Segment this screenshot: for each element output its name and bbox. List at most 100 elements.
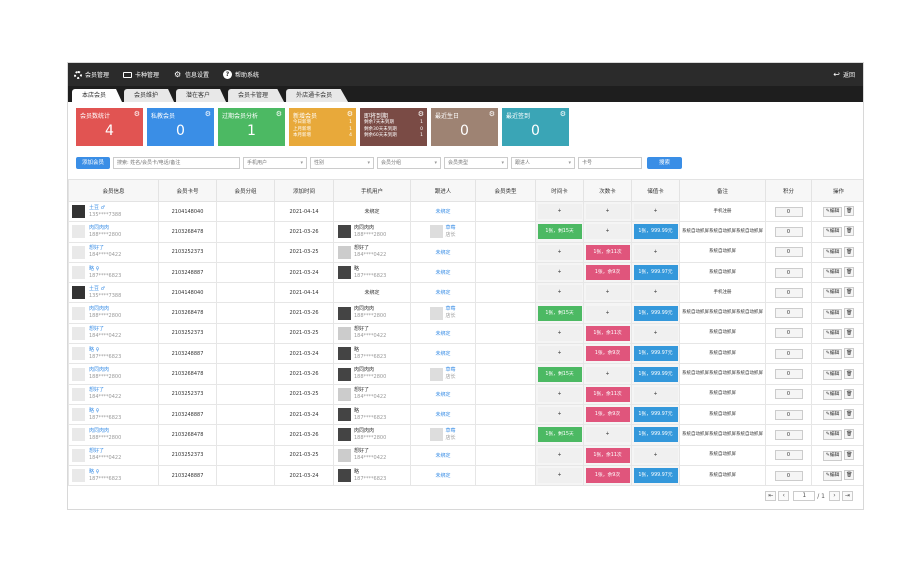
- first-page-button[interactable]: ⇤: [765, 491, 777, 501]
- score-input[interactable]: 0: [774, 247, 803, 258]
- nav-card-management[interactable]: 卡种管理: [123, 63, 159, 86]
- time-card-button[interactable]: +: [537, 244, 582, 260]
- edit-button[interactable]: ✎编辑: [822, 308, 843, 319]
- edit-button[interactable]: ✎编辑: [822, 328, 843, 339]
- count-card-button[interactable]: 1张，余9次: [585, 468, 630, 483]
- referrer-unbound[interactable]: 未绑定: [435, 290, 450, 296]
- nav-info-settings[interactable]: ⚙ 信息设置: [173, 63, 209, 86]
- score-input[interactable]: 0: [774, 470, 803, 481]
- count-card-button[interactable]: +: [585, 305, 630, 321]
- count-card-button[interactable]: +: [585, 427, 630, 443]
- stored-card-button[interactable]: 1张，999.99元: [633, 427, 678, 443]
- edit-button[interactable]: ✎编辑: [822, 450, 843, 461]
- referrer-unbound[interactable]: 未绑定: [435, 473, 450, 479]
- member-name[interactable]: 想好了: [89, 245, 104, 251]
- table-row[interactable]: 略 ♀ 187****6823 2103248887 2021-03-24 略 187**…: [68, 464, 863, 487]
- stored-card-button[interactable]: 1张，999.99元: [633, 305, 678, 321]
- delete-icon[interactable]: 🗑: [844, 388, 855, 399]
- add-member-button[interactable]: 添加会员: [76, 157, 111, 169]
- table-row[interactable]: 肉同肉肉 188****2800 2103268478 2021-03-26 肉同肉肉 1…: [68, 221, 863, 243]
- time-card-button[interactable]: +: [537, 346, 582, 362]
- table-row[interactable]: 想好了 184****0422 2103252373 2021-03-25 想好了 184…: [68, 383, 863, 405]
- search-input[interactable]: 搜索: 姓名/会员卡/电话/备注: [113, 157, 241, 169]
- edit-button[interactable]: ✎编辑: [822, 471, 843, 481]
- referrer-unbound[interactable]: 未绑定: [435, 412, 450, 418]
- edit-button[interactable]: ✎编辑: [822, 410, 843, 421]
- referrer[interactable]: 草莓 店长: [430, 306, 456, 320]
- stored-card-button[interactable]: 1张，999.97元: [633, 407, 678, 423]
- score-input[interactable]: 0: [774, 267, 803, 278]
- stored-card-button[interactable]: +: [633, 447, 678, 463]
- time-card-button[interactable]: +: [537, 386, 582, 402]
- delete-icon[interactable]: 🗑: [844, 368, 855, 379]
- member-name[interactable]: 肉同肉肉: [89, 428, 109, 434]
- table-row[interactable]: 肉同肉肉 188****2800 2103268478 2021-03-26 肉同肉肉 1…: [68, 302, 863, 324]
- member-name[interactable]: 想好了: [89, 387, 104, 393]
- count-card-button[interactable]: 1张，余9次: [585, 407, 630, 423]
- stat-card[interactable]: 最近签到 ⚙ 0: [502, 108, 569, 146]
- phone-user-select[interactable]: 手机用户: [243, 157, 308, 169]
- member-name[interactable]: 略 ♀: [89, 408, 99, 414]
- score-input[interactable]: 0: [774, 308, 803, 319]
- time-card-button[interactable]: +: [537, 204, 582, 220]
- table-row[interactable]: 肉同肉肉 188****2800 2103268478 2021-03-26 肉同肉肉 1…: [68, 424, 863, 446]
- score-input[interactable]: 0: [774, 389, 803, 400]
- search-button[interactable]: 搜索: [647, 157, 683, 169]
- member-name[interactable]: 略 ♀: [89, 347, 99, 353]
- delete-icon[interactable]: 🗑: [844, 287, 855, 298]
- edit-button[interactable]: ✎编辑: [822, 349, 843, 360]
- table-row[interactable]: 略 ♀ 187****6823 2103248887 2021-03-24 略 187**…: [68, 261, 863, 284]
- stat-card[interactable]: 会员数统计 ⚙ 4: [76, 108, 143, 146]
- stat-card[interactable]: 过期会员分析 ⚙ 1: [218, 108, 285, 146]
- count-card-button[interactable]: 1张，余11次: [585, 244, 630, 260]
- score-input[interactable]: 0: [774, 450, 803, 461]
- table-row[interactable]: 肉同肉肉 188****2800 2103268478 2021-03-26 肉同肉肉 1…: [68, 363, 863, 385]
- stored-card-button[interactable]: 1张，999.99元: [633, 366, 678, 382]
- delete-icon[interactable]: 🗑: [844, 327, 855, 338]
- back-button[interactable]: ↩ 返回: [833, 63, 855, 86]
- member-name[interactable]: 土豆 ♂: [89, 286, 105, 292]
- score-input[interactable]: 0: [774, 287, 803, 298]
- score-input[interactable]: 0: [774, 409, 803, 420]
- stat-card[interactable]: 私教会员 ⚙ 0: [147, 108, 214, 146]
- time-card-button[interactable]: +: [537, 325, 582, 341]
- delete-icon[interactable]: 🗑: [844, 267, 855, 278]
- delete-icon[interactable]: 🗑: [844, 246, 855, 257]
- edit-button[interactable]: ✎编辑: [822, 268, 843, 279]
- edit-button[interactable]: ✎编辑: [822, 207, 843, 218]
- card-input[interactable]: 卡号: [578, 157, 643, 169]
- referrer[interactable]: 草莓 店长: [430, 225, 456, 239]
- member-name[interactable]: 肉同肉肉: [89, 306, 109, 312]
- member-name[interactable]: 肉同肉肉: [89, 225, 109, 231]
- referrer-unbound[interactable]: 未绑定: [435, 270, 450, 276]
- stored-card-button[interactable]: +: [633, 386, 678, 402]
- stored-card-button[interactable]: 1张，999.99元: [633, 224, 678, 240]
- stat-card[interactable]: 即将到期 ⚙ 剩余7天未到期 剩余30天未到期 剩余60天未到期 1 0 1: [360, 108, 427, 146]
- score-input[interactable]: 0: [774, 226, 803, 237]
- stored-card-button[interactable]: 1张，999.97元: [633, 468, 678, 483]
- member-name[interactable]: 土豆 ♂: [89, 205, 105, 211]
- delete-icon[interactable]: 🗑: [844, 348, 855, 359]
- member-name[interactable]: 略 ♀: [89, 266, 99, 272]
- edit-button[interactable]: ✎编辑: [822, 247, 843, 258]
- table-row[interactable]: 土豆 ♂ 135****7388 2104148040 2021-04-14 未绑定 未绑…: [68, 282, 863, 304]
- page-input[interactable]: 1: [793, 491, 816, 501]
- referrer[interactable]: 草莓 店长: [430, 367, 456, 381]
- count-card-button[interactable]: +: [585, 366, 630, 382]
- referrer-unbound[interactable]: 未绑定: [435, 209, 450, 215]
- table-row[interactable]: 略 ♀ 187****6823 2103248887 2021-03-24 略 187**…: [68, 403, 863, 426]
- member-name[interactable]: 肉同肉肉: [89, 367, 109, 373]
- count-card-button[interactable]: 1张，余9次: [585, 346, 630, 362]
- table-row[interactable]: 略 ♀ 187****6823 2103248887 2021-03-24 略 187**…: [68, 343, 863, 365]
- delete-icon[interactable]: 🗑: [844, 409, 855, 420]
- table-row[interactable]: 想好了 184****0422 2103252373 2021-03-25 想好了 184…: [68, 444, 863, 466]
- score-input[interactable]: 0: [774, 429, 803, 440]
- count-card-button[interactable]: 1张，余11次: [585, 325, 630, 341]
- time-card-button[interactable]: 1张，剩15天: [537, 427, 582, 443]
- member-name[interactable]: 想好了: [89, 448, 104, 454]
- tab-external-card-members[interactable]: 外店通卡会员: [286, 89, 349, 102]
- count-card-button[interactable]: 1张，余11次: [585, 386, 630, 402]
- referrer-unbound[interactable]: 未绑定: [435, 250, 450, 256]
- stat-card[interactable]: 最近生日 ⚙ 0: [431, 108, 498, 146]
- stat-card[interactable]: 新增会员 ⚙ 今日新增 上月新增 本月新增 1 1 4: [289, 108, 356, 146]
